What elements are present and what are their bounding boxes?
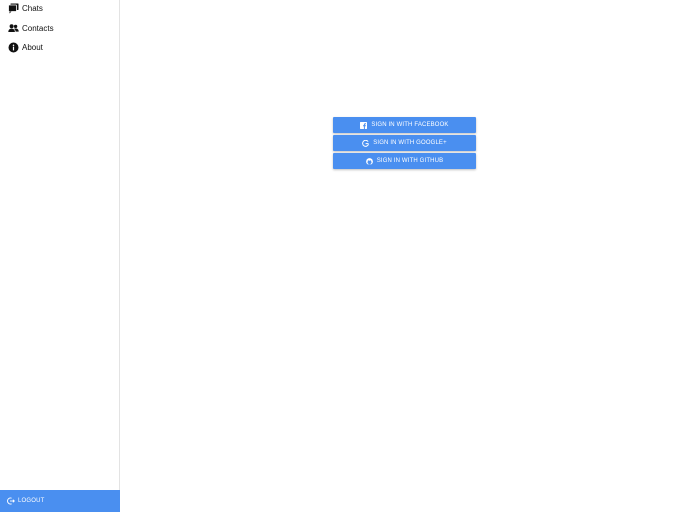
info-icon	[8, 42, 19, 53]
logout-button[interactable]: LOGOUT	[0, 490, 120, 512]
sidebar-item-label: Contacts	[22, 24, 54, 33]
sidebar-item-chats[interactable]: Chats	[0, 0, 119, 20]
sign-in-google-button[interactable]: SIGN IN WITH GOOGLE+	[333, 135, 476, 151]
facebook-icon	[360, 121, 368, 129]
sidebar-item-label: Chats	[22, 4, 43, 13]
sidebar-item-about[interactable]: About	[0, 39, 119, 59]
contacts-icon	[8, 23, 19, 34]
logout-icon	[7, 497, 15, 505]
logout-label: LOGOUT	[18, 498, 45, 504]
sign-in-github-button[interactable]: SIGN IN WITH GITHUB	[333, 153, 476, 169]
sign-in-facebook-label: SIGN IN WITH FACEBOOK	[371, 121, 449, 128]
sign-in-google-label: SIGN IN WITH GOOGLE+	[373, 139, 447, 146]
sidebar-item-label: About	[22, 43, 43, 52]
sign-in-github-label: SIGN IN WITH GITHUB	[376, 157, 444, 164]
app-window: Chats Contacts About LOGOUT SIGN IN WITH…	[0, 0, 688, 512]
sidebar-item-contacts[interactable]: Contacts	[0, 20, 119, 40]
sign-in-facebook-button[interactable]: SIGN IN WITH FACEBOOK	[333, 117, 476, 133]
chats-icon	[8, 3, 19, 14]
sidebar: Chats Contacts About LOGOUT	[0, 0, 120, 512]
github-icon	[365, 157, 373, 165]
google-icon	[362, 139, 370, 147]
main-content: SIGN IN WITH FACEBOOK SIGN IN WITH GOOGL…	[121, 0, 688, 512]
